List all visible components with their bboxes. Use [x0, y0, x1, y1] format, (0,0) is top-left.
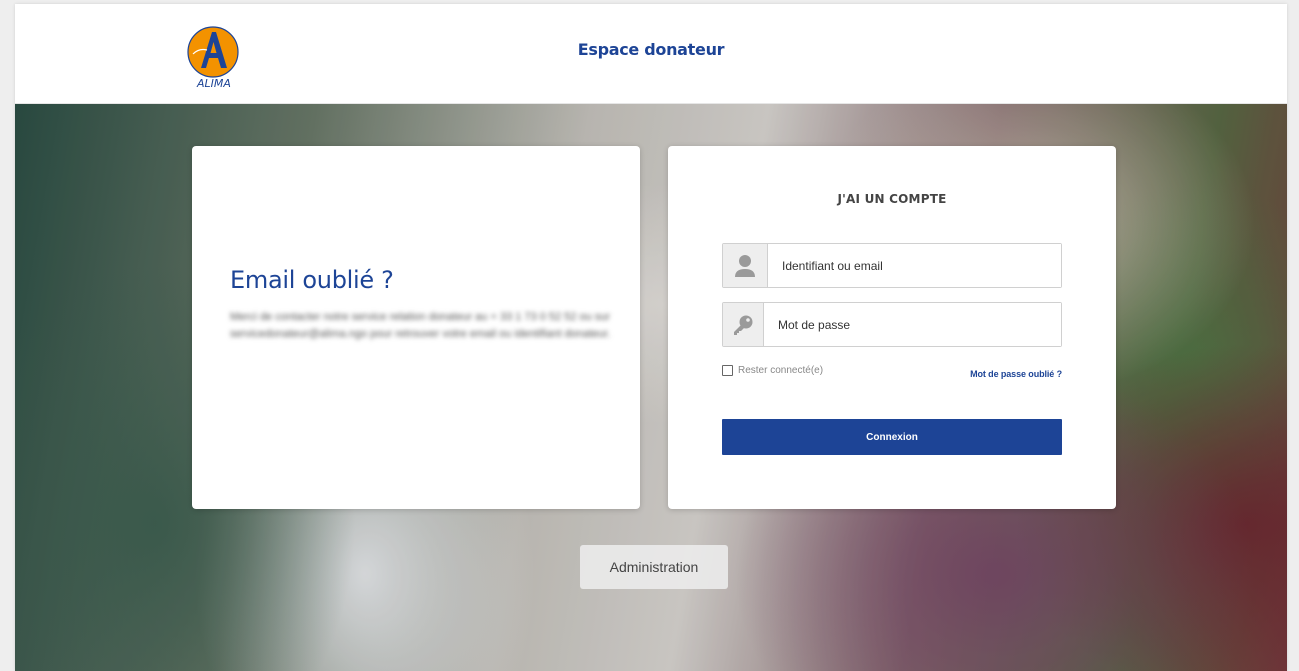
key-icon [723, 303, 763, 346]
password-field [722, 302, 1062, 347]
password-input[interactable] [763, 303, 1061, 346]
user-icon [723, 244, 767, 287]
page-title: Espace donateur [577, 40, 725, 59]
username-field [722, 243, 1062, 288]
forgot-email-card: Email oublié ? Merci de contacter notre … [192, 146, 640, 509]
login-button[interactable]: Connexion [722, 419, 1062, 455]
remember-me[interactable]: Rester connecté(e) [722, 365, 823, 376]
forgot-email-title: Email oublié ? [230, 266, 394, 294]
remember-label: Rester connecté(e) [738, 365, 824, 376]
forgot-email-message: Merci de contacter notre service relatio… [230, 311, 611, 340]
username-input[interactable] [767, 244, 1061, 287]
login-card: J'AI UN COMPTE Identifiant ou email Rest… [668, 146, 1116, 509]
forgot-password-link[interactable]: Mot de passe oublié ? [970, 369, 1062, 379]
logo-text: ALIMA [196, 77, 231, 90]
hero-background: Email oublié ? Merci de contacter notre … [15, 104, 1287, 671]
page-frame: ALIMA Espace donateur Email oublié ? Mer… [15, 4, 1287, 671]
remember-checkbox[interactable] [722, 365, 733, 376]
login-title: J'AI UN COMPTE [837, 192, 947, 206]
site-header: ALIMA Espace donateur [15, 4, 1287, 104]
administration-button[interactable]: Administration [580, 545, 728, 589]
